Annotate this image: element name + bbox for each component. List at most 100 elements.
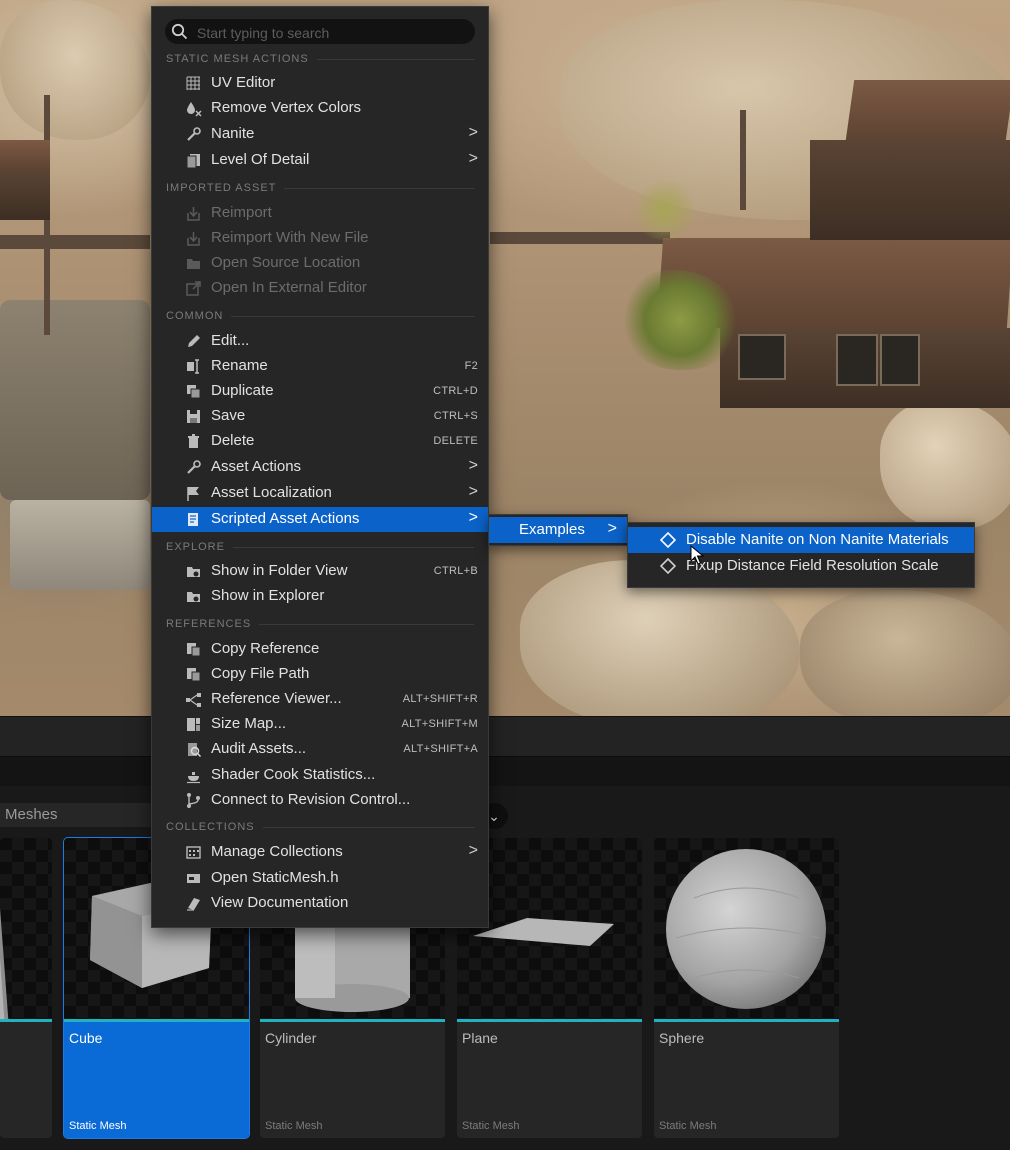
folder-icon: [187, 259, 200, 269]
diamond-icon: [660, 532, 676, 548]
menu-item-copy-reference[interactable]: Copy Reference: [152, 637, 488, 662]
copy-icon: [187, 643, 201, 657]
menu-item-manage-collections[interactable]: Manage Collections >: [152, 840, 488, 865]
menu-item-label: Asset Actions: [211, 458, 302, 475]
menu-item-label: Reimport: [211, 204, 272, 221]
submenu-examples: Disable Nanite on Non Nanite Materials F…: [627, 522, 975, 588]
section-header-collections: COLLECTIONS: [166, 819, 474, 835]
folder-search-icon: [187, 567, 200, 577]
menu-search-box[interactable]: [165, 19, 475, 44]
copy-icon: [187, 668, 201, 682]
asset-name: Plane: [462, 1030, 498, 1046]
menu-item-copy-file-path[interactable]: Copy File Path: [152, 662, 488, 687]
menu-item-view-documentation[interactable]: View Documentation: [152, 891, 488, 916]
menu-item-reference-viewer[interactable]: Reference Viewer... ALT+SHIFT+R: [152, 687, 488, 712]
menu-item-label: Open In External Editor: [211, 279, 367, 296]
menu-item-label: Size Map...: [211, 715, 287, 732]
branch-icon: [187, 793, 200, 808]
submenu-scripted-asset-actions: Examples >: [488, 514, 628, 546]
asset-tile-partial[interactable]: [0, 838, 52, 1138]
pencil-icon: [188, 335, 200, 347]
menu-item-label: Audit Assets...: [211, 740, 307, 757]
menu-item-uv-editor[interactable]: UV Editor: [152, 71, 488, 96]
script-item-fixup-distance-field[interactable]: Fixup Distance Field Resolution Scale: [628, 553, 974, 579]
stream: [0, 300, 150, 500]
menu-item-reimport-new-file[interactable]: Reimport With New File: [152, 226, 488, 251]
menu-item-show-in-explorer[interactable]: Show in Explorer: [152, 584, 488, 609]
asset-thumbnail: [654, 838, 839, 1019]
menu-item-nanite[interactable]: Nanite >: [152, 122, 488, 147]
rename-icon: [187, 359, 199, 374]
cliff-rock: [0, 0, 150, 140]
menu-item-asset-localization[interactable]: Asset Localization >: [152, 481, 488, 506]
menu-item-label: Open StaticMesh.h: [211, 869, 339, 886]
menu-item-label: Remove Vertex Colors: [211, 99, 362, 116]
menu-item-asset-actions[interactable]: Asset Actions >: [152, 455, 488, 480]
menu-item-remove-vertex-colors[interactable]: Remove Vertex Colors: [152, 96, 488, 121]
content-browser-path[interactable]: Meshes: [0, 803, 160, 827]
menu-item-shader-cook-statistics[interactable]: Shader Cook Statistics...: [152, 763, 488, 788]
menu-item-edit[interactable]: Edit...: [152, 329, 488, 354]
mouse-cursor-icon: [690, 545, 704, 565]
menu-item-label: Save: [211, 407, 246, 424]
asset-name: Cube: [69, 1030, 103, 1046]
asset-name: Sphere: [659, 1030, 705, 1046]
submenu-chevron-icon: >: [468, 124, 478, 141]
menu-item-level-of-detail[interactable]: Level Of Detail >: [152, 148, 488, 173]
menu-item-open-source-location[interactable]: Open Source Location: [152, 251, 488, 276]
menu-item-delete[interactable]: Delete DELETE: [152, 429, 488, 454]
menu-item-label: Asset Localization: [211, 484, 332, 501]
treemap-icon: [187, 718, 200, 731]
script-item-disable-nanite[interactable]: Disable Nanite on Non Nanite Materials: [628, 527, 974, 553]
menu-item-label: Nanite: [211, 125, 255, 142]
submenu-chevron-icon: >: [468, 150, 478, 167]
code-file-icon: [187, 874, 200, 883]
reimport-icon: [187, 232, 200, 246]
asset-type: Static Mesh: [69, 1120, 127, 1132]
asset-tile-sphere[interactable]: Sphere Static Mesh: [654, 838, 839, 1138]
menu-item-duplicate[interactable]: Duplicate CTRL+D: [152, 379, 488, 404]
menu-item-label: Copy Reference: [211, 640, 320, 657]
shortcut-label: CTRL+D: [433, 385, 478, 397]
menu-item-open-staticmesh-h[interactable]: Open StaticMesh.h: [152, 866, 488, 891]
submenu-chevron-icon: >: [607, 520, 617, 537]
wrench-icon: [187, 127, 201, 141]
menu-item-rename[interactable]: Rename F2: [152, 354, 488, 379]
asset-type: Static Mesh: [265, 1120, 323, 1132]
asset-type-accent: [0, 1019, 52, 1022]
duplicate-icon: [187, 385, 201, 399]
script-item-label: Disable Nanite on Non Nanite Materials: [686, 531, 949, 548]
menu-item-label: Scripted Asset Actions: [211, 510, 360, 527]
menu-item-label: Show in Explorer: [211, 587, 325, 604]
shortcut-label: CTRL+B: [433, 565, 478, 577]
submenu-chevron-icon: >: [468, 509, 478, 526]
menu-item-connect-revision-control[interactable]: Connect to Revision Control...: [152, 788, 488, 813]
search-icon: [171, 23, 188, 40]
wooden-shack: [0, 140, 50, 220]
asset-type: Static Mesh: [462, 1120, 520, 1132]
submenu-item-examples[interactable]: Examples >: [489, 517, 627, 543]
menu-item-save[interactable]: Save CTRL+S: [152, 404, 488, 429]
asset-type-accent: [260, 1019, 445, 1022]
menu-search-input[interactable]: [195, 21, 469, 44]
collection-icon: [186, 846, 201, 859]
menu-item-audit-assets[interactable]: Audit Assets... ALT+SHIFT+A: [152, 737, 488, 762]
menu-item-show-in-folder-view[interactable]: Show in Folder View CTRL+B: [152, 559, 488, 584]
menu-item-label: Reference Viewer...: [211, 690, 342, 707]
menu-item-label: Delete: [211, 432, 255, 449]
menu-item-label: Level Of Detail: [211, 151, 310, 168]
layers-icon: [186, 154, 200, 169]
save-icon: [187, 410, 200, 423]
menu-item-reimport[interactable]: Reimport: [152, 201, 488, 226]
flag-icon: [187, 487, 199, 501]
menu-item-label: Edit...: [211, 332, 250, 349]
menu-item-open-external-editor[interactable]: Open In External Editor: [152, 276, 488, 301]
asset-type-accent: [457, 1019, 642, 1022]
asset-type-accent: [654, 1019, 839, 1022]
script-item-label: Fixup Distance Field Resolution Scale: [686, 557, 939, 574]
audit-icon: [188, 743, 202, 758]
menu-item-scripted-asset-actions[interactable]: Scripted Asset Actions >: [152, 507, 488, 532]
menu-item-size-map[interactable]: Size Map... ALT+SHIFT+M: [152, 712, 488, 737]
cone-mesh-icon: [0, 908, 16, 1138]
shortcut-label: ALT+SHIFT+M: [401, 718, 478, 730]
